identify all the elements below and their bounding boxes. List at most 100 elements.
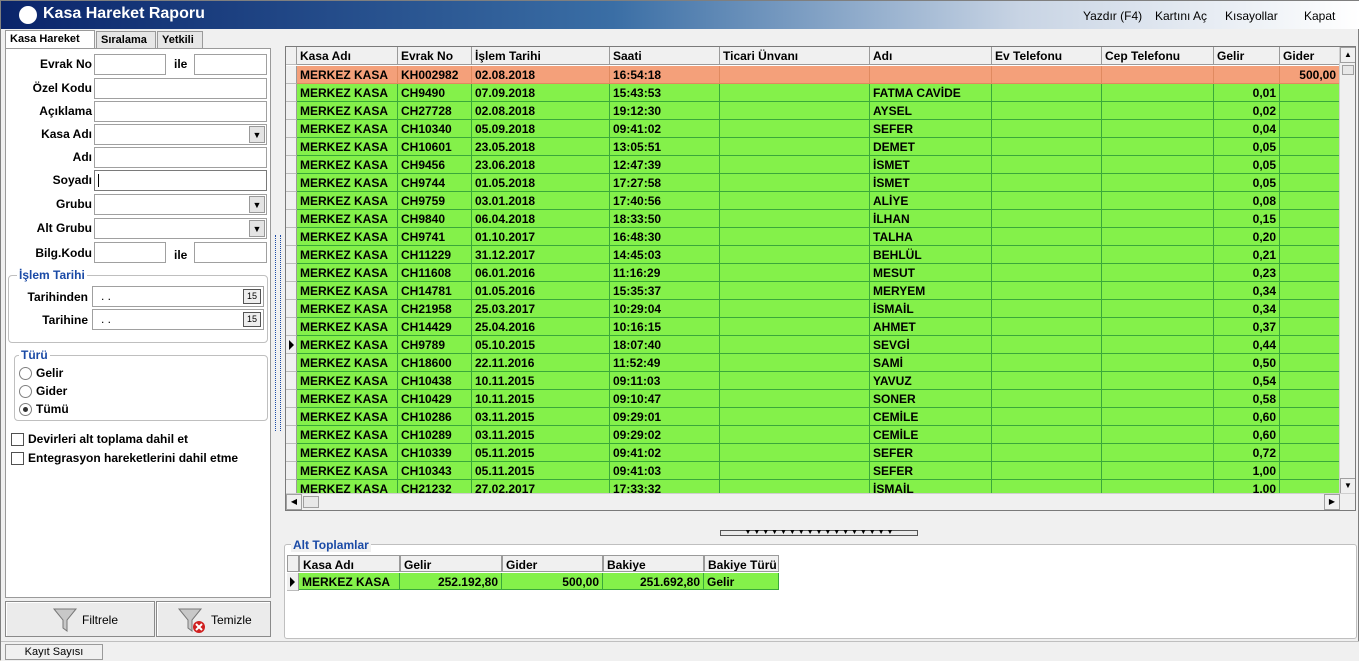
table-cell[interactable]: 06.04.2018 [472, 210, 610, 228]
table-cell[interactable] [1280, 120, 1340, 138]
table-cell[interactable] [1102, 390, 1214, 408]
table-cell[interactable]: 09:41:02 [610, 444, 720, 462]
table-row[interactable]: MERKEZ KASA CH10340 05.09.2018 09:41:02 SEFE… [286, 120, 1341, 138]
table-cell[interactable] [992, 354, 1102, 372]
tumu-radio[interactable] [19, 403, 32, 416]
row-indicator[interactable] [286, 444, 297, 462]
table-cell[interactable] [720, 318, 870, 336]
table-cell[interactable]: MERKEZ KASA [297, 336, 398, 354]
table-cell[interactable] [992, 246, 1102, 264]
table-cell[interactable] [1280, 462, 1340, 480]
table-cell[interactable]: 0,04 [1214, 120, 1280, 138]
row-indicator[interactable] [286, 156, 297, 174]
table-cell[interactable] [1102, 246, 1214, 264]
row-indicator[interactable] [286, 408, 297, 426]
table-cell[interactable]: MERKEZ KASA [297, 282, 398, 300]
scroll-thumb[interactable] [1342, 65, 1354, 75]
table-cell[interactable] [720, 174, 870, 192]
table-cell[interactable]: MERKEZ KASA [297, 372, 398, 390]
table-cell[interactable]: CH11229 [398, 246, 472, 264]
table-cell[interactable]: MERKEZ KASA [297, 462, 398, 480]
table-cell[interactable]: 18:07:40 [610, 336, 720, 354]
table-cell[interactable]: SAMİ [870, 354, 992, 372]
table-cell[interactable]: CH9744 [398, 174, 472, 192]
table-cell[interactable]: MERKEZ KASA [297, 192, 398, 210]
table-cell[interactable]: KH002982 [398, 66, 472, 84]
row-indicator[interactable] [286, 138, 297, 156]
table-cell[interactable]: 17:40:56 [610, 192, 720, 210]
table-cell[interactable]: AHMET [870, 318, 992, 336]
table-cell[interactable]: MERKEZ KASA [297, 300, 398, 318]
table-cell[interactable]: 0,01 [1214, 84, 1280, 102]
tab-yetkili[interactable]: Yetkili [157, 31, 203, 49]
row-indicator[interactable] [286, 246, 297, 264]
table-cell[interactable]: SEFER [870, 444, 992, 462]
table-cell[interactable]: MERKEZ KASA [297, 102, 398, 120]
table-cell[interactable] [1102, 174, 1214, 192]
table-cell[interactable] [992, 84, 1102, 102]
filtrele-button[interactable]: Filtrele [5, 601, 155, 637]
alt-table-row[interactable]: MERKEZ KASA 252.192,80 500,00 251.692,80 Gel… [285, 573, 780, 591]
grubu-select[interactable]: ▼ [94, 194, 267, 215]
scroll-down-icon[interactable]: ▼ [1340, 478, 1355, 494]
table-cell[interactable]: MERKEZ KASA [297, 156, 398, 174]
table-cell[interactable]: MERKEZ KASA [297, 120, 398, 138]
table-row[interactable]: MERKEZ KASA CH10438 10.11.2015 09:11:03 YAVU… [286, 372, 1341, 390]
table-cell[interactable]: 0,23 [1214, 264, 1280, 282]
table-row[interactable]: MERKEZ KASA CH11608 06.01.2016 11:16:29 MESU… [286, 264, 1341, 282]
table-cell[interactable] [1280, 444, 1340, 462]
table-cell[interactable]: İSMET [870, 174, 992, 192]
column-header-1[interactable]: Evrak No [398, 47, 472, 65]
table-cell[interactable]: 22.11.2016 [472, 354, 610, 372]
alt-table-cell[interactable]: MERKEZ KASA [299, 573, 400, 590]
table-cell[interactable] [992, 102, 1102, 120]
table-cell[interactable] [1102, 84, 1214, 102]
gelir-radio[interactable] [19, 367, 32, 380]
row-indicator[interactable] [286, 318, 297, 336]
table-cell[interactable] [1102, 336, 1214, 354]
table-cell[interactable]: 0,72 [1214, 444, 1280, 462]
table-cell[interactable] [1280, 354, 1340, 372]
table-cell[interactable]: 10:29:04 [610, 300, 720, 318]
table-cell[interactable]: 0,05 [1214, 138, 1280, 156]
row-indicator[interactable] [286, 174, 297, 192]
table-cell[interactable] [992, 444, 1102, 462]
table-cell[interactable]: 0,34 [1214, 300, 1280, 318]
table-row[interactable]: MERKEZ KASA CH27728 02.08.2018 19:12:30 AYSE… [286, 102, 1341, 120]
table-cell[interactable] [720, 372, 870, 390]
table-cell[interactable] [1280, 210, 1340, 228]
open-card-menu[interactable]: Kartını Aç [1155, 9, 1207, 23]
table-cell[interactable]: 18:33:50 [610, 210, 720, 228]
table-cell[interactable] [720, 408, 870, 426]
table-cell[interactable]: MERKEZ KASA [297, 354, 398, 372]
table-cell[interactable]: 0,54 [1214, 372, 1280, 390]
table-cell[interactable]: 02.08.2018 [472, 66, 610, 84]
table-cell[interactable]: 09:10:47 [610, 390, 720, 408]
alt-row-indicator[interactable] [287, 573, 299, 591]
alt-column-header-1[interactable]: Gelir [400, 555, 502, 572]
table-cell[interactable]: MERKEZ KASA [297, 66, 398, 84]
table-cell[interactable] [720, 210, 870, 228]
table-cell[interactable]: 25.03.2017 [472, 300, 610, 318]
table-cell[interactable]: 0,15 [1214, 210, 1280, 228]
table-cell[interactable]: 0,05 [1214, 156, 1280, 174]
table-cell[interactable] [1280, 300, 1340, 318]
table-cell[interactable] [720, 66, 870, 84]
table-cell[interactable]: MERKEZ KASA [297, 174, 398, 192]
scroll-left-icon[interactable]: ◀ [286, 494, 302, 510]
horizontal-splitter[interactable]: ▼ ▼ ▼ ▼ ▼ ▼ ▼ ▼ ▼ ▼ ▼ ▼ ▼ ▼ ▼ ▼ ▼ [720, 529, 918, 536]
table-cell[interactable]: 09:29:01 [610, 408, 720, 426]
table-cell[interactable]: 16:54:18 [610, 66, 720, 84]
table-cell[interactable]: CH9490 [398, 84, 472, 102]
table-cell[interactable] [720, 192, 870, 210]
table-row[interactable]: MERKEZ KASA CH21958 25.03.2017 10:29:04 İSMA… [286, 300, 1341, 318]
table-cell[interactable] [720, 102, 870, 120]
table-cell[interactable]: AYSEL [870, 102, 992, 120]
table-cell[interactable] [1102, 228, 1214, 246]
table-cell[interactable] [1280, 228, 1340, 246]
table-cell[interactable] [1280, 84, 1340, 102]
table-row[interactable]: MERKEZ KASA CH10343 05.11.2015 09:41:03 SEFE… [286, 462, 1341, 480]
table-cell[interactable]: CH10340 [398, 120, 472, 138]
bilg-kodu-from-input[interactable] [94, 242, 166, 263]
table-row[interactable]: MERKEZ KASA CH9456 23.06.2018 12:47:39 İSMET… [286, 156, 1341, 174]
